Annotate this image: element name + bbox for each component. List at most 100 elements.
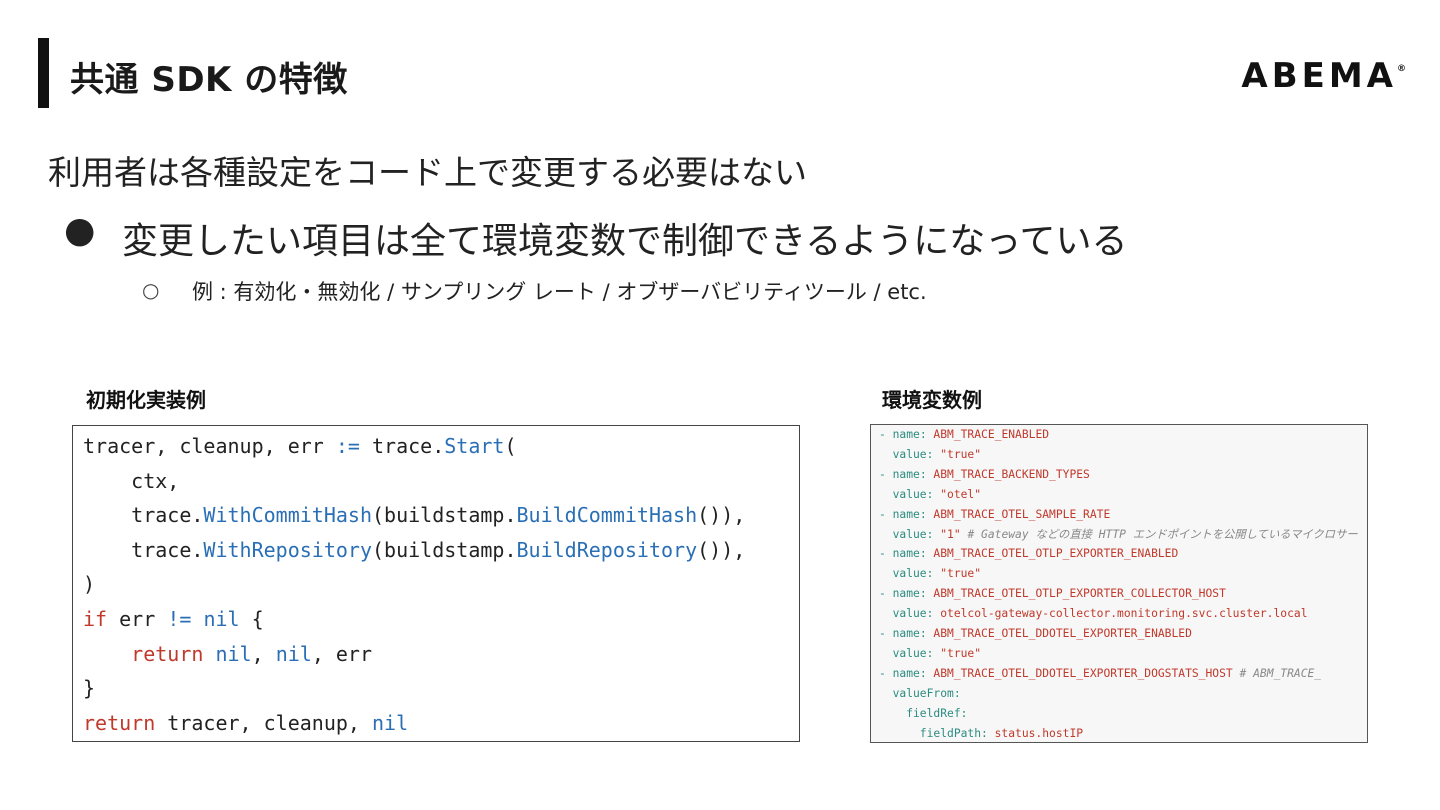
env-tok: "1" — [933, 527, 961, 541]
env-tok: value: — [879, 646, 934, 660]
code-tok: return — [83, 710, 156, 735]
env-tok: - — [879, 428, 893, 441]
env-tok: name: — [892, 587, 927, 601]
env-tok: ABM_TRACE_OTEL_DDOTEL_EXPORTER_DOGSTATS_… — [926, 666, 1233, 680]
code-tok: != — [167, 606, 192, 631]
caption-init-example: 初期化実装例 — [86, 388, 206, 412]
env-line: - name: ABM_TRACE_BACKEND_TYPES — [879, 468, 1090, 481]
bullet-secondary: 例 : 有効化・無効化 / サンプリング レート / オブザーバビリティツール … — [192, 280, 927, 304]
env-tok: value: — [879, 447, 934, 461]
code-line: ) — [83, 572, 95, 596]
code-line: } — [83, 676, 95, 700]
env-tok: - — [879, 507, 893, 521]
env-tok: value: — [879, 567, 934, 581]
bullet-dot-icon: ● — [64, 210, 96, 251]
code-tok: { — [239, 606, 264, 631]
env-line: - name: ABM_TRACE_OTEL_DDOTEL_EXPORTER_D… — [879, 667, 1321, 680]
env-line: value: "true" — [879, 567, 981, 580]
code-line: trace.WithCommitHash(buildstamp.BuildCom… — [83, 503, 745, 527]
env-line: valueFrom: — [879, 687, 961, 700]
env-tok: # ABM_TRACE_ — [1232, 666, 1322, 680]
env-tok: valueFrom: — [879, 686, 961, 700]
env-tok: fieldPath: — [879, 726, 988, 740]
env-line: - name: ABM_TRACE_OTEL_OTLP_EXPORTER_COL… — [879, 587, 1226, 600]
env-tok: ABM_TRACE_OTEL_OTLP_EXPORTER_COLLECTOR_H… — [926, 587, 1226, 601]
code-tok: if — [83, 606, 108, 631]
env-line: - name: ABM_TRACE_ENABLED — [879, 428, 1049, 441]
env-tok: fieldRef: — [879, 706, 968, 720]
env-tok: value: — [879, 527, 934, 541]
bullet-circle-icon: ○ — [142, 278, 160, 302]
code-line: ctx, — [83, 469, 179, 493]
code-tok: , — [251, 641, 276, 666]
code-tok: nil — [372, 710, 409, 735]
env-tok: - — [879, 547, 893, 561]
code-tok: nil — [215, 641, 252, 666]
code-tok: , err — [311, 641, 373, 666]
env-tok: # Gateway などの直接 HTTP エンドポイントを公開しているマイクロサ… — [960, 527, 1358, 541]
env-line: value: otelcol-gateway-collector.monitor… — [879, 607, 1308, 620]
code-tok: } — [83, 676, 96, 701]
code-tok: trace. — [83, 503, 204, 528]
caption-env-example: 環境変数例 — [882, 388, 982, 412]
code-tok: ctx, — [83, 468, 180, 493]
code-tok — [191, 607, 203, 631]
env-tok: ABM_TRACE_OTEL_DDOTEL_EXPORTER_ENABLED — [926, 627, 1192, 641]
env-line: - name: ABM_TRACE_OTEL_OTLP_EXPORTER_ENA… — [879, 547, 1178, 560]
env-line: fieldRef: — [879, 707, 967, 720]
code-tok: ()), — [697, 503, 746, 528]
code-tok: nil — [275, 641, 312, 666]
code-tok: := — [335, 434, 360, 458]
code-tok: Start — [444, 434, 505, 458]
code-tok: ) — [83, 572, 96, 597]
code-tok: WithCommitHash — [203, 503, 372, 528]
code-tok: BuildRepository — [516, 537, 698, 562]
code-tok: ( — [504, 434, 517, 458]
abema-logo: ABEMA® — [1241, 56, 1406, 96]
env-tok: name: — [892, 547, 927, 561]
env-tok: name: — [892, 666, 927, 680]
code-tok: trace. — [83, 537, 204, 562]
env-tok: otelcol-gateway-collector.monitoring.svc… — [933, 607, 1308, 621]
code-line: tracer, cleanup, err := trace.Start( — [83, 434, 517, 458]
code-line: if err != nil { — [83, 607, 264, 631]
logo-text: ABEMA — [1241, 56, 1397, 96]
main-statement: 利用者は各種設定をコード上で変更する必要はない — [48, 153, 807, 192]
env-tok: - — [879, 666, 893, 680]
code-line: return tracer, cleanup, nil — [83, 711, 408, 735]
env-tok: name: — [892, 627, 927, 641]
env-tok: - — [879, 627, 893, 641]
env-line: value: "true" — [879, 448, 981, 461]
env-tok: name: — [892, 428, 927, 441]
code-content: tracer, cleanup, err := trace.Start( ctx… — [73, 426, 799, 743]
code-tok: WithRepository — [203, 537, 372, 562]
env-line: value: "otel" — [879, 488, 981, 501]
env-line: value: "true" — [879, 647, 981, 660]
code-tok: err — [107, 606, 168, 631]
env-tok: - — [879, 587, 893, 601]
env-line: - name: ABM_TRACE_OTEL_DDOTEL_EXPORTER_E… — [879, 627, 1192, 640]
code-tok: tracer, cleanup, err — [83, 434, 336, 458]
env-tok: ABM_TRACE_OTEL_OTLP_EXPORTER_ENABLED — [926, 547, 1179, 561]
env-tok: ABM_TRACE_ENABLED — [926, 428, 1050, 441]
code-tok: ()), — [697, 537, 746, 562]
code-line: trace.WithRepository(buildstamp.BuildRep… — [83, 538, 745, 562]
code-tok: tracer, cleanup, — [155, 710, 372, 735]
bullet-primary: 変更したい項目は全て環境変数で制御できるようになっている — [122, 221, 1128, 262]
logo-registered-mark: ® — [1397, 63, 1406, 74]
env-tok: name: — [892, 467, 927, 481]
code-block-init: tracer, cleanup, err := trace.Start( ctx… — [72, 425, 800, 742]
env-tok: name: — [892, 507, 927, 521]
env-tok: status.hostIP — [987, 726, 1084, 740]
title-accent-bar — [38, 38, 49, 108]
env-tok: value: — [879, 487, 934, 501]
env-line: - name: ABM_TRACE_OTEL_SAMPLE_RATE — [879, 508, 1110, 521]
env-tok: - — [879, 467, 893, 481]
code-tok: trace. — [359, 434, 445, 458]
page-title: 共通 SDK の特徴 — [70, 60, 348, 100]
env-line: value: "1" # Gateway などの直接 HTTP エンドポイントを… — [879, 528, 1358, 541]
code-tok: return — [131, 641, 204, 666]
code-tok — [203, 642, 215, 666]
code-tok: (buildstamp. — [372, 537, 517, 562]
code-tok: BuildCommitHash — [516, 503, 698, 528]
